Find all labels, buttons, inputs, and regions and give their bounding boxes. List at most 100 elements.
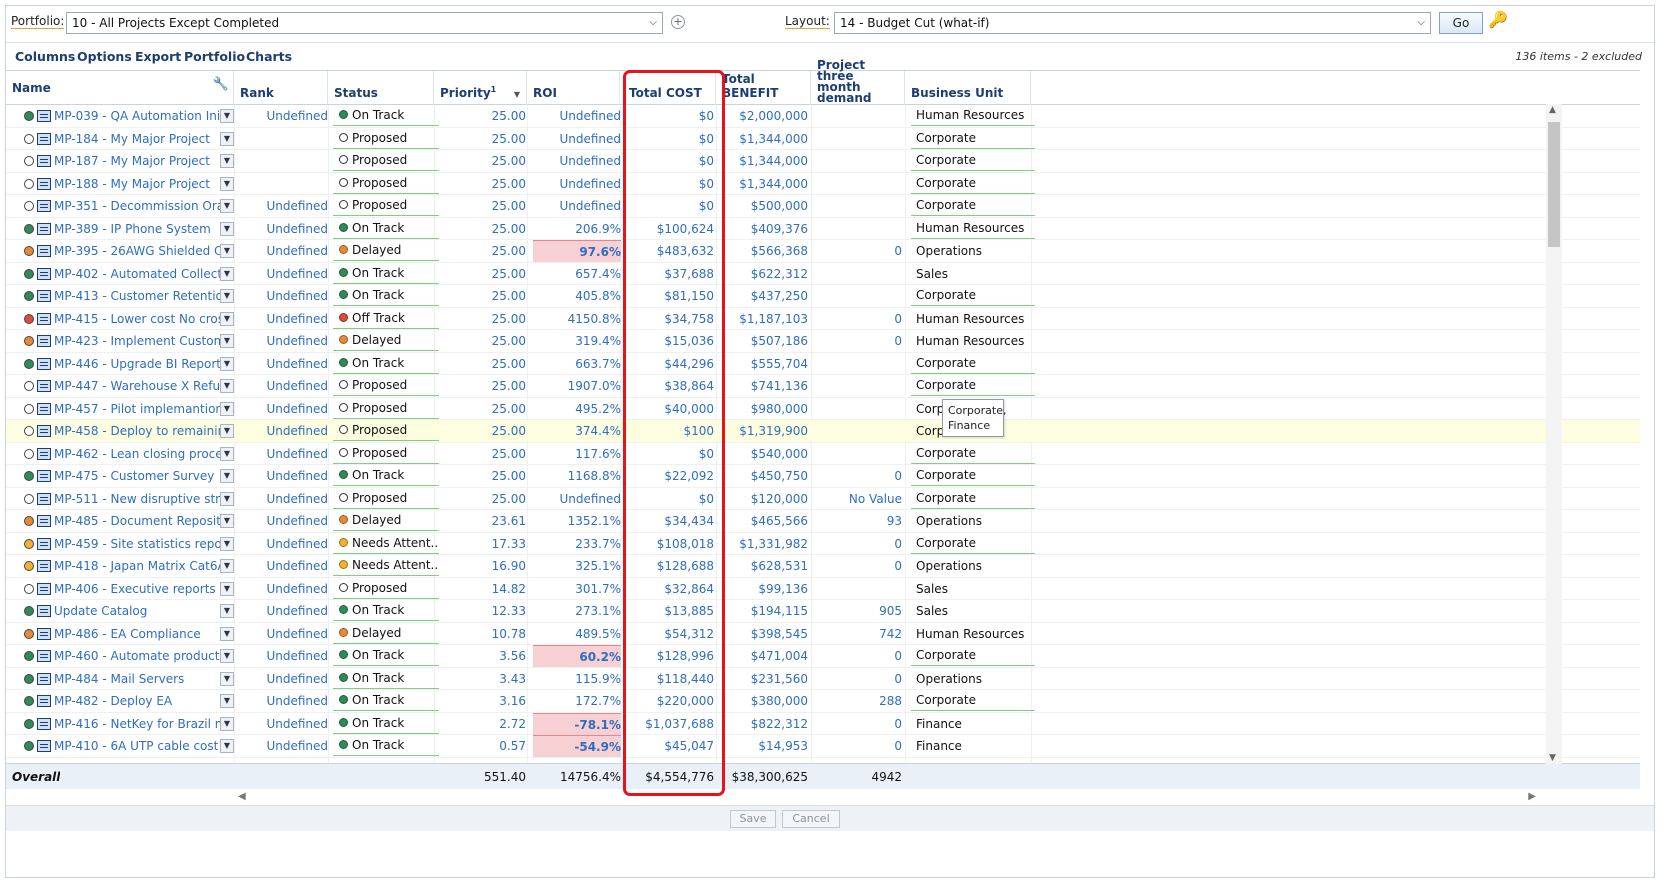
project-name-cell[interactable]: MP-482 - Deploy EA	[24, 690, 222, 712]
col-header-demand[interactable]: Project three month demand	[811, 59, 905, 105]
total-benefit-cell[interactable]: $231,560	[722, 668, 808, 690]
roi-cell[interactable]: -78.1%	[533, 712, 621, 735]
table-row[interactable]: MP-415 - Lower cost No cross ▼ Undefined Of…	[6, 308, 1640, 330]
row-menu-chevron-icon[interactable]: ▼	[220, 311, 234, 326]
rank-cell[interactable]: Undefined	[240, 668, 328, 690]
status-cell[interactable]: On Track	[333, 600, 439, 621]
total-benefit-cell[interactable]: $437,250	[722, 285, 808, 307]
project-name-cell[interactable]: MP-351 - Decommission Orac	[24, 195, 222, 217]
save-button[interactable]: Save	[730, 810, 776, 828]
priority-cell[interactable]: 25.00	[440, 173, 526, 195]
total-benefit-cell[interactable]: $1,344,000	[722, 128, 808, 150]
project-name-link[interactable]: Update Catalog	[54, 604, 147, 618]
rank-cell[interactable]: Undefined	[240, 240, 328, 262]
roi-cell[interactable]: -54.9%	[533, 735, 621, 757]
rank-cell[interactable]: Undefined	[240, 735, 328, 757]
demand-cell[interactable]: 0	[816, 240, 902, 262]
total-benefit-cell[interactable]: $409,376	[722, 218, 808, 240]
demand-cell[interactable]	[816, 105, 902, 127]
go-button[interactable]: Go	[1439, 12, 1483, 34]
status-cell[interactable]: Proposed	[333, 578, 439, 599]
status-cell[interactable]: On Track	[333, 353, 439, 374]
plus-circle-icon[interactable]: +	[671, 15, 685, 29]
project-name-link[interactable]: MP-413 - Customer Retention	[54, 289, 222, 303]
project-name-cell[interactable]: Update Catalog	[24, 600, 222, 622]
project-name-link[interactable]: MP-395 - 26AWG Shielded Cat	[54, 244, 222, 258]
row-menu-chevron-icon[interactable]: ▼	[220, 671, 234, 686]
col-header-rank[interactable]: Rank	[234, 71, 328, 105]
table-row[interactable]: MP-418 - Japan Matrix Cat6A ▼ Undefined Nee…	[6, 555, 1640, 578]
business-unit-cell[interactable]: Corporate	[911, 690, 1035, 711]
priority-cell[interactable]: 3.43	[440, 668, 526, 690]
status-cell[interactable]: On Track	[333, 465, 439, 486]
row-menu-chevron-icon[interactable]: ▼	[220, 221, 234, 236]
total-benefit-cell[interactable]: $500,000	[722, 195, 808, 217]
row-menu-chevron-icon[interactable]: ▼	[220, 266, 234, 281]
status-cell[interactable]: Proposed	[333, 173, 439, 194]
table-row[interactable]: MP-457 - Pilot implemantion ▼ Undefined Pro…	[6, 398, 1640, 420]
roi-cell[interactable]: 115.9%	[533, 668, 621, 690]
project-name-cell[interactable]: MP-447 - Warehouse X Refurt	[24, 375, 222, 397]
project-name-link[interactable]: MP-187 - My Major Project	[54, 154, 210, 168]
roi-cell[interactable]: 657.4%	[533, 263, 621, 285]
col-header-business-unit[interactable]: Business Unit	[905, 71, 1031, 105]
portfolio-select[interactable]: 10 - All Projects Except Completed ⌵	[66, 12, 663, 34]
demand-cell[interactable]: 0	[816, 645, 902, 667]
row-menu-chevron-icon[interactable]: ▼	[220, 289, 234, 303]
project-name-cell[interactable]: MP-413 - Customer Retention	[24, 285, 222, 307]
business-unit-cell[interactable]: Operations	[911, 510, 1035, 532]
status-cell[interactable]: Delayed	[333, 330, 439, 351]
project-name-cell[interactable]: MP-458 - Deploy to remaining	[24, 420, 222, 442]
rank-cell[interactable]	[240, 173, 328, 195]
demand-cell[interactable]: 93	[816, 510, 902, 532]
rank-cell[interactable]: Undefined	[240, 105, 328, 127]
project-name-link[interactable]: MP-457 - Pilot implemantion	[54, 402, 222, 416]
priority-cell[interactable]: 16.90	[440, 555, 526, 577]
demand-cell[interactable]	[816, 263, 902, 285]
row-menu-chevron-icon[interactable]: ▼	[220, 716, 234, 731]
menu-export[interactable]: Export	[135, 49, 181, 64]
row-menu-chevron-icon[interactable]: ▼	[220, 491, 234, 506]
total-benefit-cell[interactable]: $980,000	[722, 398, 808, 420]
priority-cell[interactable]: 17.33	[440, 533, 526, 555]
table-row[interactable]: MP-188 - My Major Project ▼ Proposed 25.00 U…	[6, 173, 1640, 195]
scroll-up-icon[interactable]: ▲	[1549, 105, 1556, 115]
menu-charts[interactable]: Charts	[246, 49, 292, 64]
roi-cell[interactable]: 374.4%	[533, 420, 621, 442]
total-benefit-cell[interactable]: $1,331,982	[722, 533, 808, 555]
project-name-link[interactable]: MP-446 - Upgrade BI Reports	[54, 357, 222, 371]
project-name-link[interactable]: MP-458 - Deploy to remaining	[54, 424, 222, 438]
rank-cell[interactable]	[240, 150, 328, 172]
business-unit-cell[interactable]: Corporate	[911, 285, 1035, 306]
roi-cell[interactable]: Undefined	[533, 128, 621, 150]
project-name-cell[interactable]: MP-418 - Japan Matrix Cat6A	[24, 555, 222, 577]
demand-cell[interactable]	[816, 420, 902, 442]
row-menu-chevron-icon[interactable]: ▼	[220, 581, 234, 596]
roi-cell[interactable]: 325.1%	[533, 555, 621, 577]
status-cell[interactable]: On Track	[333, 690, 439, 711]
table-row[interactable]: MP-459 - Site statistics report ▼ Undefine…	[6, 533, 1640, 555]
status-cell[interactable]: On Track	[333, 285, 439, 306]
table-row[interactable]: MP-413 - Customer Retention ▼ Undefined On …	[6, 285, 1640, 308]
project-name-link[interactable]: MP-039 - QA Automation Initi	[54, 109, 222, 123]
demand-cell[interactable]	[816, 375, 902, 397]
row-menu-chevron-icon[interactable]: ▼	[220, 694, 234, 708]
demand-cell[interactable]	[816, 195, 902, 217]
project-name-cell[interactable]: MP-188 - My Major Project	[24, 173, 222, 195]
priority-cell[interactable]: 25.00	[440, 353, 526, 375]
col-header-name[interactable]: Name 🔧	[6, 71, 234, 105]
total-benefit-cell[interactable]: $1,319,900	[722, 420, 808, 442]
status-cell[interactable]: On Track	[333, 263, 439, 284]
row-menu-chevron-icon[interactable]: ▼	[220, 536, 234, 551]
demand-cell[interactable]: 0	[816, 465, 902, 487]
table-row[interactable]: MP-410 - 6A UTP cable cost re ▼ Undefined O…	[6, 735, 1640, 758]
project-name-cell[interactable]: MP-395 - 26AWG Shielded Cat	[24, 240, 222, 262]
business-unit-cell[interactable]: Corporate	[911, 465, 1035, 486]
demand-cell[interactable]	[816, 398, 902, 420]
row-menu-chevron-icon[interactable]: ▼	[220, 154, 234, 168]
total-benefit-cell[interactable]: $465,566	[722, 510, 808, 532]
project-name-link[interactable]: MP-485 - Document Reposito	[54, 514, 222, 528]
total-benefit-cell[interactable]: $1,344,000	[722, 150, 808, 172]
rank-cell[interactable]: Undefined	[240, 353, 328, 375]
status-cell[interactable]: Proposed	[333, 195, 439, 216]
